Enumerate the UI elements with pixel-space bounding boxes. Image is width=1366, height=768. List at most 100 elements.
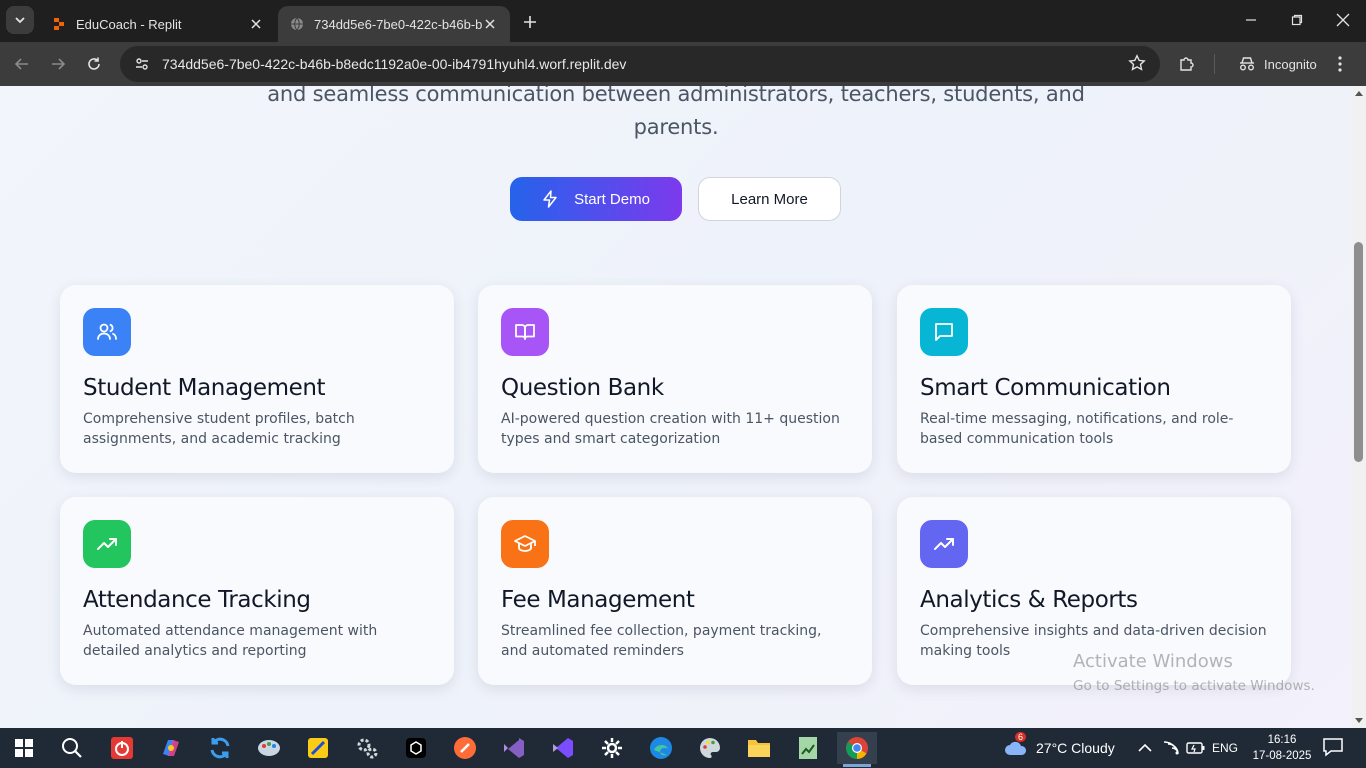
feature-card-question-bank[interactable]: Question Bank AI-powered question creati… xyxy=(478,285,872,473)
clock-time: 16:16 xyxy=(1267,734,1297,746)
feature-icon-box xyxy=(83,308,131,356)
gears-icon xyxy=(357,738,378,759)
taskbar-app-paint[interactable] xyxy=(249,732,289,764)
minimize-icon xyxy=(1246,19,1256,21)
close-tab-button[interactable] xyxy=(248,16,264,32)
site-info-button[interactable] xyxy=(132,54,152,74)
taskbar-app-sync[interactable] xyxy=(200,732,240,764)
start-demo-button[interactable]: Start Demo xyxy=(510,177,682,221)
dev-tool-icon xyxy=(308,738,328,758)
chrome-icon xyxy=(846,737,868,759)
close-icon xyxy=(1336,13,1350,27)
notification-center-button[interactable] xyxy=(1322,736,1344,763)
message-square-icon xyxy=(935,323,953,341)
book-open-icon xyxy=(515,324,535,340)
feature-description: Comprehensive student profiles, batch as… xyxy=(83,411,355,447)
extensions-button[interactable] xyxy=(1175,51,1199,77)
feature-title: Student Management xyxy=(83,375,326,401)
star-icon xyxy=(1128,54,1146,71)
feature-description: AI-powered question creation with 11+ qu… xyxy=(501,411,840,447)
hero-description: and seamless communication between admin… xyxy=(267,86,1085,139)
restore-button[interactable] xyxy=(1274,0,1320,40)
taskbar-app-paint-palette[interactable] xyxy=(690,732,730,764)
plus-icon xyxy=(524,16,536,28)
windows-taskbar: 6 27°C Cloudy ENG 16:16 17-08-2025 xyxy=(0,728,1366,768)
page-scrollbar[interactable] xyxy=(1352,86,1366,728)
more-vertical-icon xyxy=(1338,56,1342,72)
feature-card-attendance-tracking[interactable]: Attendance Tracking Automated attendance… xyxy=(60,497,454,685)
incognito-icon xyxy=(1240,57,1254,71)
scrollbar-thumb[interactable] xyxy=(1354,242,1363,462)
feature-card-student-management[interactable]: Student Management Comprehensive student… xyxy=(60,285,454,473)
taskbar-app-power[interactable] xyxy=(102,732,142,764)
zap-icon xyxy=(543,190,557,208)
taskbar-app-postman[interactable] xyxy=(445,732,485,764)
feature-icon-box xyxy=(920,520,968,568)
start-button[interactable] xyxy=(4,732,44,764)
windows-icon xyxy=(15,739,33,757)
gear-icon xyxy=(602,738,622,758)
back-button[interactable] xyxy=(7,49,37,79)
trending-up-icon xyxy=(934,538,954,550)
search-icon xyxy=(62,738,82,758)
chevron-up-icon xyxy=(1138,743,1152,752)
new-tab-button[interactable] xyxy=(518,10,542,34)
taskbar-app-chrome[interactable] xyxy=(837,732,877,767)
tune-icon xyxy=(136,58,148,70)
weather-text: 27°C Cloudy xyxy=(1036,740,1115,756)
taskbar-app-settings-gears[interactable] xyxy=(347,732,387,764)
close-tab-button[interactable] xyxy=(482,16,498,32)
show-hidden-icons-button[interactable] xyxy=(1138,734,1152,762)
taskbar-app-settings[interactable] xyxy=(592,732,632,764)
feature-card-fee-management[interactable]: Fee Management Streamlined fee collectio… xyxy=(478,497,872,685)
language-indicator[interactable]: ENG xyxy=(1212,734,1238,762)
taskbar-app-cube[interactable] xyxy=(396,732,436,764)
taskbar-app-edge[interactable] xyxy=(641,732,681,764)
taskbar-app-dev[interactable] xyxy=(298,732,338,764)
taskbar-app-copilot[interactable] xyxy=(151,732,191,764)
bookmark-button[interactable] xyxy=(1128,54,1146,77)
browser-toolbar: 734dd5e6-7be0-422c-b46b-b8edc1192a0e-00-… xyxy=(0,42,1366,86)
battery-icon xyxy=(1186,742,1205,754)
taskbar-app-file-explorer[interactable] xyxy=(739,732,779,764)
feature-card-smart-communication[interactable]: Smart Communication Real-time messaging,… xyxy=(897,285,1291,473)
sync-icon xyxy=(210,737,230,759)
tab-replit-dev[interactable]: 734dd5e6-7be0-422c-b46b-b8edc1192a0e-00-… xyxy=(278,6,510,42)
replit-icon xyxy=(54,18,64,30)
scroll-up-icon[interactable] xyxy=(1355,90,1363,96)
browser-menu-button[interactable] xyxy=(1328,51,1352,77)
reload-button[interactable] xyxy=(79,49,109,79)
scroll-down-icon[interactable] xyxy=(1355,718,1363,724)
battery-status[interactable] xyxy=(1186,734,1206,762)
weather-badge: 6 xyxy=(1015,732,1027,742)
feature-title: Smart Communication xyxy=(920,375,1171,401)
forward-button[interactable] xyxy=(43,49,73,79)
tab-educoach[interactable]: EduCoach - Replit xyxy=(40,6,276,42)
palette-icon xyxy=(700,738,720,758)
copilot-icon xyxy=(163,740,179,756)
taskbar-search-button[interactable] xyxy=(52,732,92,764)
network-status[interactable] xyxy=(1162,734,1180,762)
learn-more-button[interactable]: Learn More xyxy=(698,177,841,221)
users-icon xyxy=(97,323,117,340)
minimize-button[interactable] xyxy=(1228,0,1274,40)
tab-search-button[interactable] xyxy=(6,6,34,34)
taskbar-app-visual-studio[interactable] xyxy=(494,732,534,764)
system-clock[interactable]: 16:16 17-08-2025 xyxy=(1252,732,1312,764)
taskbar-app-vscode[interactable] xyxy=(543,732,583,764)
notification-icon xyxy=(1323,738,1343,757)
tab-title: EduCoach - Replit xyxy=(76,16,182,32)
folder-icon xyxy=(748,740,770,757)
feature-icon-box xyxy=(501,308,549,356)
wifi-icon xyxy=(1163,741,1179,755)
taskbar-app-chart-notepad[interactable] xyxy=(788,732,828,764)
clock-date: 17-08-2025 xyxy=(1252,750,1312,762)
vscode-icon xyxy=(553,738,573,758)
incognito-indicator[interactable]: Incognito xyxy=(1228,48,1327,80)
feature-icon-box xyxy=(83,520,131,568)
weather-widget[interactable]: 6 27°C Cloudy xyxy=(1004,732,1115,762)
close-icon xyxy=(251,19,261,29)
chart-doc-icon xyxy=(799,737,817,759)
address-bar[interactable]: 734dd5e6-7be0-422c-b46b-b8edc1192a0e-00-… xyxy=(120,46,1160,82)
close-window-button[interactable] xyxy=(1320,0,1366,40)
